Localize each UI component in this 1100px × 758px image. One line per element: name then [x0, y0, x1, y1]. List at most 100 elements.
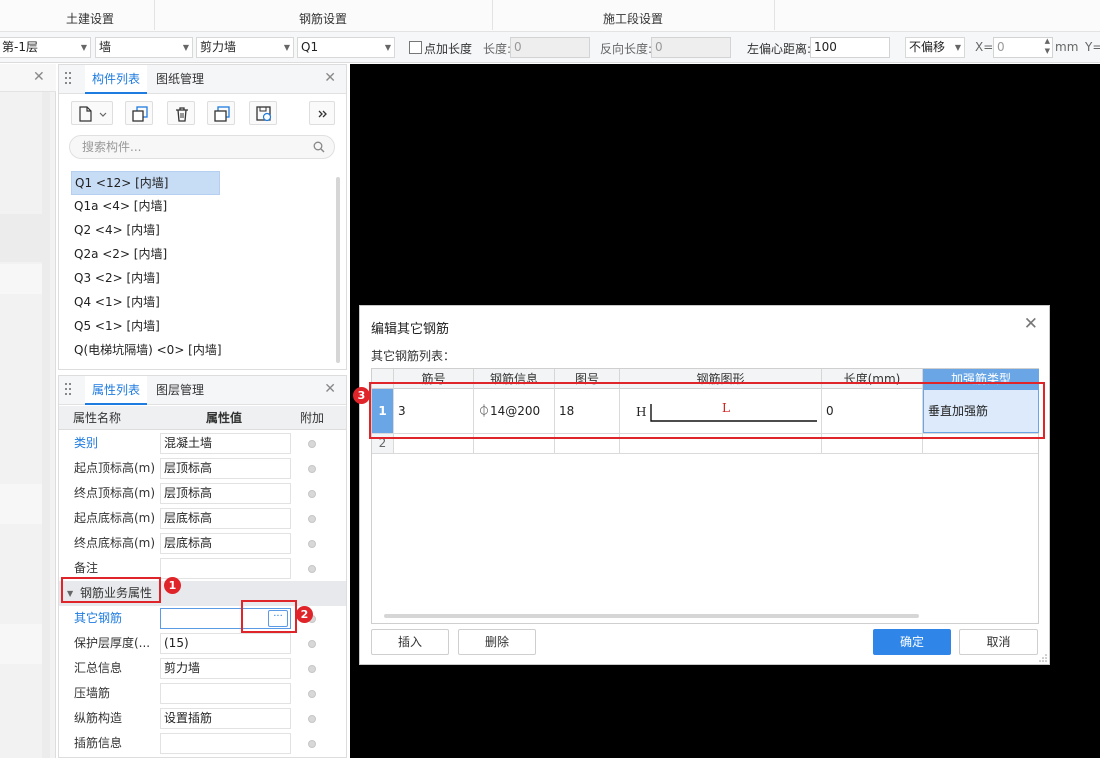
tab-layer-management[interactable]: 图层管理	[149, 376, 211, 405]
list-item[interactable]: Q(电梯坑隔墙) <0> [内墙]	[71, 339, 333, 363]
spinner-icon[interactable]: ▲ ▼	[1045, 36, 1050, 56]
property-toolbar: 第-1层 ▼ 墙 ▼ 剪力墙 ▼ Q1 ▼ 点加长度 长度: 0 反向长度: 0 左偏心…	[0, 32, 1100, 63]
left-dock-panel: ✕	[0, 64, 56, 758]
search-icon[interactable]	[313, 141, 325, 153]
attach-radio[interactable]	[308, 640, 316, 648]
property-name: 其它钢筋	[74, 611, 123, 625]
chevron-down-icon: ▼	[384, 43, 391, 52]
list-item[interactable]: Q1a <4> [内墙]	[71, 195, 333, 219]
property-value[interactable]: 层底标高	[160, 508, 291, 529]
search-placeholder: 搜索构件...	[82, 140, 142, 154]
property-list-panel: 属性列表 图层管理 ✕ 属性名称 属性值 附加 类别 混凝土墙 起点顶标高(m) 层…	[58, 375, 347, 758]
tab-property-list[interactable]: 属性列表	[85, 376, 147, 405]
add-length-checkbox[interactable]	[409, 41, 422, 54]
property-value[interactable]	[160, 558, 291, 579]
ribbon-group-bar: 土建设置 钢筋设置 施工段设置	[0, 0, 1100, 32]
subtype-select[interactable]: 剪力墙 ▼	[196, 37, 294, 58]
reverse-length-input[interactable]: 0	[651, 37, 731, 58]
attach-radio[interactable]	[308, 740, 316, 748]
list-item[interactable]: Q5 <1> [内墙]	[71, 315, 333, 339]
cancel-button[interactable]: 取消	[959, 629, 1038, 655]
attach-radio[interactable]	[308, 515, 316, 523]
property-name: 汇总信息	[74, 661, 123, 675]
property-value[interactable]	[160, 733, 291, 754]
save-component-button[interactable]	[249, 101, 277, 125]
delete-button[interactable]: 删除	[458, 629, 536, 655]
list-item[interactable]: Q4 <1> [内墙]	[71, 291, 333, 315]
attach-radio[interactable]	[308, 540, 316, 548]
property-value[interactable]	[160, 683, 291, 704]
attach-radio[interactable]	[308, 490, 316, 498]
left-dock-row	[0, 264, 42, 294]
table-row[interactable]: 纵筋构造 设置插筋	[59, 706, 346, 731]
left-dock-scrollbar[interactable]	[42, 92, 50, 758]
attach-radio[interactable]	[308, 715, 316, 723]
tab-drawing-management[interactable]: 图纸管理	[149, 65, 211, 94]
attach-radio[interactable]	[308, 665, 316, 673]
duplicate-component-button[interactable]	[207, 101, 235, 125]
table-row[interactable]: 保护层厚度(... (15)	[59, 631, 346, 656]
attach-radio[interactable]	[308, 690, 316, 698]
property-value[interactable]: (15)	[160, 633, 291, 654]
table-row[interactable]: 汇总信息 剪力墙	[59, 656, 346, 681]
left-offset-input[interactable]: 100	[810, 37, 890, 58]
x-coord-input[interactable]: 0 ▲ ▼	[993, 37, 1053, 58]
table-row[interactable]: 终点底标高(m) 层底标高	[59, 531, 346, 556]
table-row[interactable]: 起点底标高(m) 层底标高	[59, 506, 346, 531]
component-name-select[interactable]: Q1 ▼	[297, 37, 395, 58]
header-property-name: 属性名称	[73, 411, 122, 425]
list-item[interactable]: Q2 <4> [内墙]	[71, 219, 333, 243]
more-tools-button[interactable]	[309, 101, 335, 125]
length-input[interactable]: 0	[510, 37, 590, 58]
floor-select[interactable]: 第-1层 ▼	[0, 37, 91, 58]
offset-mode-select[interactable]: 不偏移 ▼	[905, 37, 965, 58]
drag-grip-icon[interactable]	[65, 72, 73, 86]
property-name: 纵筋构造	[74, 711, 123, 725]
close-icon[interactable]: ✕	[1024, 314, 1038, 334]
ok-button[interactable]: 确定	[873, 629, 951, 655]
property-value[interactable]: 设置插筋	[160, 708, 291, 729]
insert-button[interactable]: 插入	[371, 629, 449, 655]
edit-other-rebar-dialog: 编辑其它钢筋 ✕ 其它钢筋列表： 筋号 钢筋信息 图号 钢筋图形 长度(mm) …	[359, 305, 1050, 665]
property-name: 终点顶标高(m)	[74, 486, 156, 500]
list-item[interactable]: Q2a <2> [内墙]	[71, 243, 333, 267]
ribbon-group-stage-settings[interactable]: 施工段设置	[492, 0, 774, 32]
table-row[interactable]: 压墙筋	[59, 681, 346, 706]
chevron-down-icon: ▼	[283, 43, 290, 52]
add-length-label: 点加长度	[424, 42, 473, 56]
property-value[interactable]: 剪力墙	[160, 658, 291, 679]
list-item[interactable]: Q1 <12> [内墙]	[71, 171, 220, 195]
list-item[interactable]: Q3 <2> [内墙]	[71, 267, 333, 291]
left-dock-header: ✕	[0, 64, 56, 92]
attach-radio[interactable]	[308, 565, 316, 573]
property-value[interactable]: 层顶标高	[160, 483, 291, 504]
table-row[interactable]: 插筋信息	[59, 731, 346, 756]
close-icon[interactable]: ✕	[324, 381, 336, 397]
table-row[interactable]: 终点顶标高(m) 层顶标高	[59, 481, 346, 506]
delete-component-button[interactable]	[167, 101, 195, 125]
annotation-badge-3: 3	[353, 387, 370, 404]
ribbon-group-rebar-settings[interactable]: 钢筋设置	[154, 0, 492, 32]
property-value[interactable]: 层顶标高	[160, 458, 291, 479]
table-horizontal-scrollbar[interactable]	[384, 614, 919, 618]
tab-component-list[interactable]: 构件列表	[85, 65, 147, 94]
ribbon-group-civil-settings[interactable]: 土建设置	[0, 0, 180, 32]
offset-mode-value: 不偏移	[909, 40, 946, 54]
table-row[interactable]: 起点顶标高(m) 层顶标高	[59, 456, 346, 481]
close-icon[interactable]: ✕	[324, 70, 336, 86]
property-name: 类别	[74, 436, 99, 450]
attach-radio[interactable]	[308, 465, 316, 473]
drag-grip-icon[interactable]	[65, 383, 73, 397]
component-list-scrollbar[interactable]	[336, 177, 340, 363]
close-icon[interactable]: ✕	[33, 69, 45, 85]
property-value[interactable]: 混凝土墙	[160, 433, 291, 454]
component-search-input[interactable]: 搜索构件...	[69, 135, 335, 159]
type-select[interactable]: 墙 ▼	[95, 37, 193, 58]
table-row[interactable]: 类别 混凝土墙	[59, 431, 346, 456]
attach-radio[interactable]	[308, 440, 316, 448]
y-coord-label: Y=	[1085, 40, 1100, 54]
property-value[interactable]: 层底标高	[160, 533, 291, 554]
copy-component-button[interactable]	[125, 101, 153, 125]
resize-grip-icon[interactable]	[1039, 654, 1047, 662]
new-component-button[interactable]	[71, 101, 113, 125]
